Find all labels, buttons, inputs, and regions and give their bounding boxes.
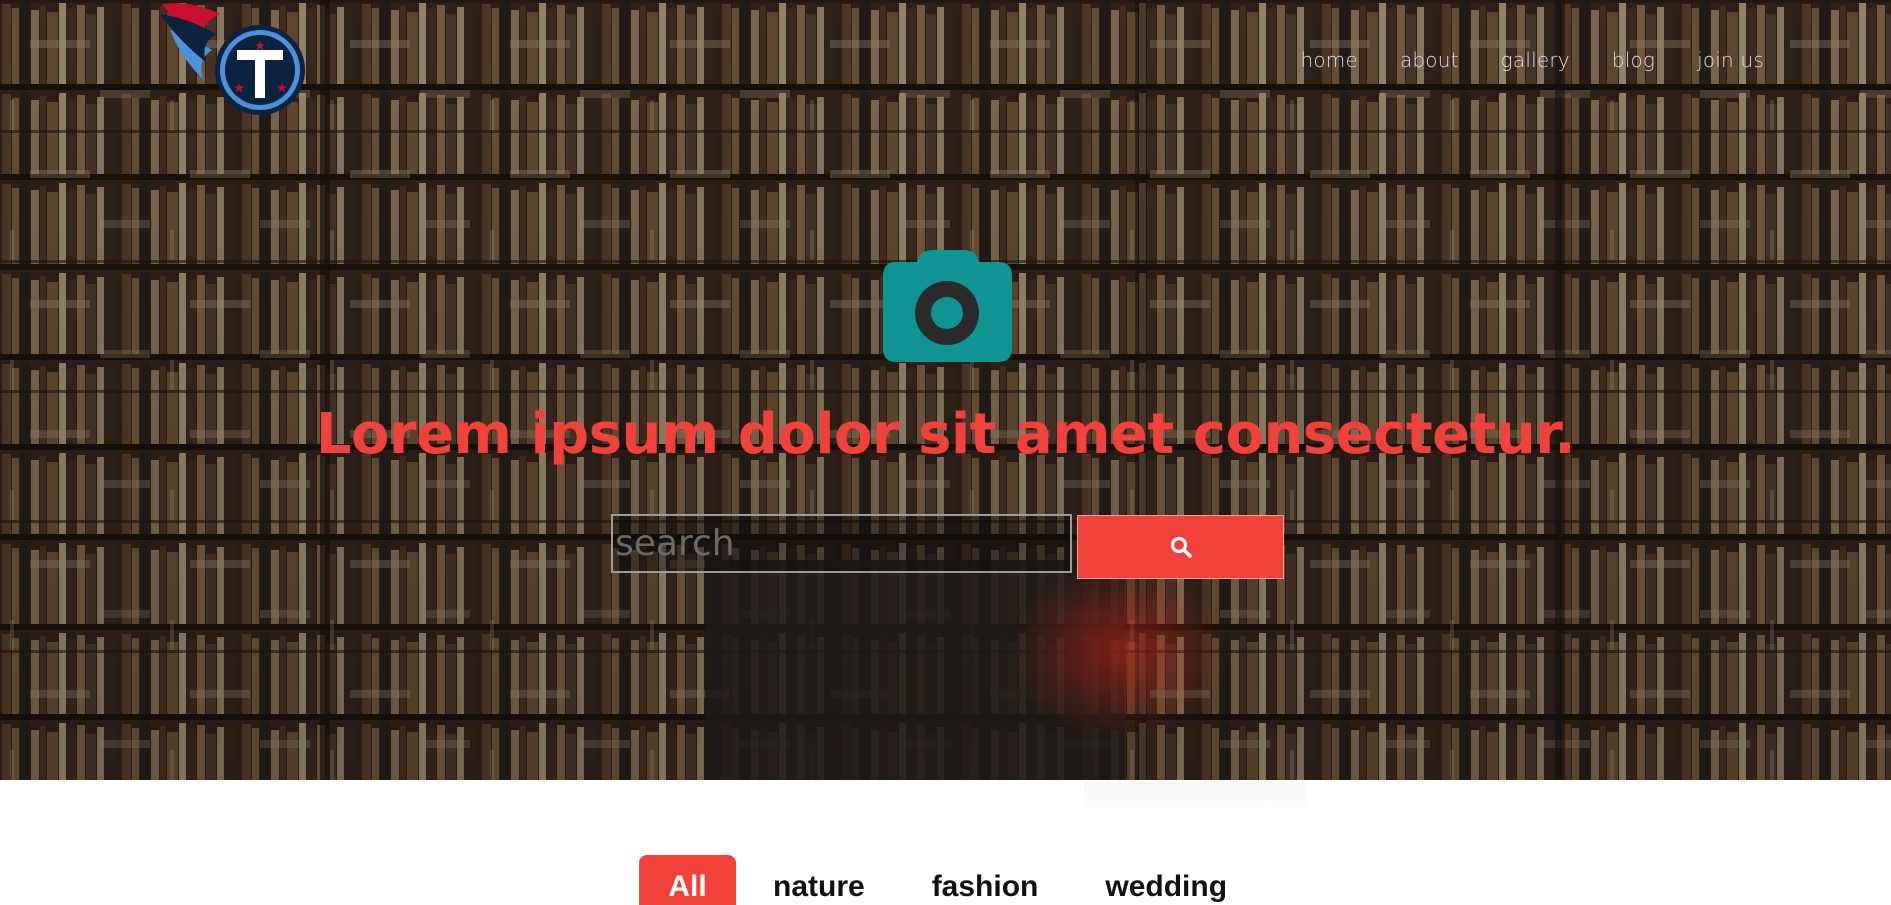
nav-link-gallery[interactable]: gallery <box>1501 48 1570 72</box>
nav-link-join-us[interactable]: join us <box>1697 48 1764 72</box>
filter-tab-all[interactable]: All <box>639 855 736 905</box>
search-button[interactable] <box>1077 515 1284 579</box>
titans-logo-icon[interactable]: ★ ★ ★ <box>160 0 310 118</box>
search-icon <box>1170 536 1192 558</box>
nav-link-blog[interactable]: blog <box>1612 48 1655 72</box>
search-input[interactable] <box>611 514 1072 573</box>
filter-tab-nature[interactable]: nature <box>773 872 865 905</box>
hero-headline: Lorem ipsum dolor sit amet consectetur. <box>315 402 1576 467</box>
svg-text:★: ★ <box>254 39 266 54</box>
camera-icon <box>881 248 1014 364</box>
nav-link-about[interactable]: about <box>1400 48 1459 72</box>
filter-tab-wedding[interactable]: wedding <box>1105 872 1227 905</box>
hero-section: ★ ★ ★ home about gallery blog join us Lo… <box>0 0 1891 780</box>
nav-link-home[interactable]: home <box>1300 48 1358 72</box>
main-nav: home about gallery blog join us <box>1258 48 1764 72</box>
filter-tab-fashion[interactable]: fashion <box>932 872 1039 905</box>
decorative-shadow <box>1084 782 1306 814</box>
gallery-filter-tabs: All nature fashion wedding <box>639 855 1294 905</box>
svg-text:★: ★ <box>276 81 288 96</box>
svg-text:★: ★ <box>233 81 245 96</box>
